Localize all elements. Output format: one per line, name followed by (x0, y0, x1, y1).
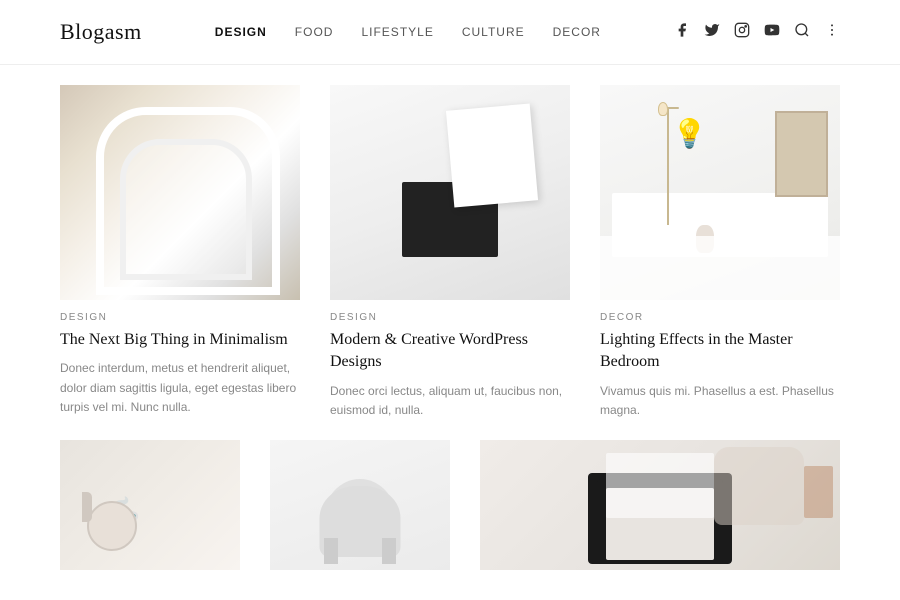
nav-item-decor[interactable]: DECOR (553, 25, 601, 39)
article-2-title[interactable]: Modern & Creative WordPress Designs (330, 329, 570, 374)
twitter-icon[interactable] (704, 22, 720, 43)
main-content: DESIGN The Next Big Thing in Minimalism … (0, 65, 900, 590)
youtube-icon[interactable] (764, 22, 780, 43)
article-2-category: DESIGN (330, 312, 570, 323)
article-1: DESIGN The Next Big Thing in Minimalism … (60, 85, 300, 420)
facebook-icon[interactable] (674, 22, 690, 43)
site-header: Blogasm DESIGN FOOD LIFESTYLE CULTURE DE… (0, 0, 900, 65)
nav-item-design[interactable]: DESIGN (215, 25, 267, 39)
article-3-excerpt: Vivamus quis mi. Phasellus a est. Phasel… (600, 382, 840, 420)
article-4 (60, 440, 240, 570)
article-2-excerpt: Donec orci lectus, aliquam ut, faucibus … (330, 382, 570, 420)
article-1-category: DESIGN (60, 312, 300, 323)
article-2: DESIGN Modern & Creative WordPress Desig… (330, 85, 570, 420)
search-icon[interactable] (794, 22, 810, 43)
nav-item-food[interactable]: FOOD (295, 25, 334, 39)
articles-grid-bottom (60, 440, 840, 570)
article-3-category: DECOR (600, 312, 840, 323)
bedroom-image (600, 85, 840, 300)
article-5-image[interactable] (270, 440, 450, 570)
article-5 (270, 440, 450, 570)
social-icons (674, 22, 840, 43)
article-2-image[interactable] (330, 85, 570, 300)
articles-grid-top: DESIGN The Next Big Thing in Minimalism … (60, 85, 840, 420)
notebook-image (330, 85, 570, 300)
main-nav: DESIGN FOOD LIFESTYLE CULTURE DECOR (215, 25, 601, 39)
instagram-icon[interactable] (734, 22, 750, 43)
staircase-image (60, 85, 300, 300)
site-logo[interactable]: Blogasm (60, 19, 142, 45)
nav-item-culture[interactable]: CULTURE (462, 25, 525, 39)
article-4-image[interactable] (60, 440, 240, 570)
article-3-title[interactable]: Lighting Effects in the Master Bedroom (600, 329, 840, 374)
article-3-image[interactable] (600, 85, 840, 300)
article-1-image[interactable] (60, 85, 300, 300)
article-1-excerpt: Donec interdum, metus et hendrerit aliqu… (60, 359, 300, 417)
more-menu-icon[interactable] (824, 22, 840, 43)
article-1-title[interactable]: The Next Big Thing in Minimalism (60, 329, 300, 351)
article-3: DECOR Lighting Effects in the Master Bed… (600, 85, 840, 420)
article-6-image[interactable] (480, 440, 840, 570)
article-6 (480, 440, 840, 570)
nav-item-lifestyle[interactable]: LIFESTYLE (361, 25, 433, 39)
